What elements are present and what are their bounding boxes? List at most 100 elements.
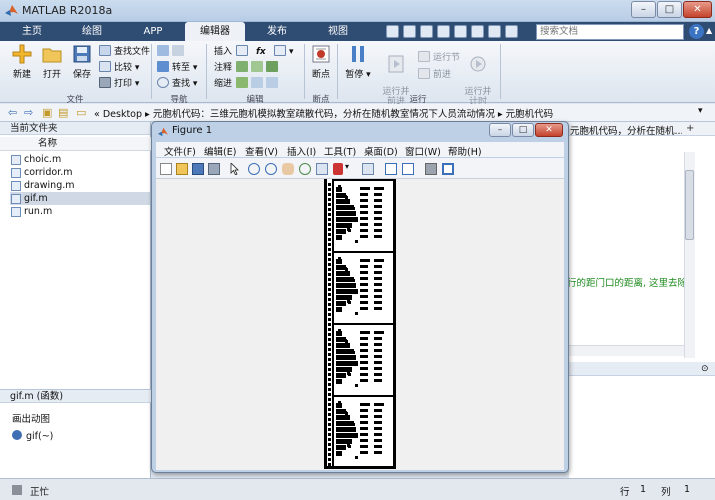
editor-tab[interactable]: 元胞机代码，分析在随机... xyxy=(570,123,682,137)
editor-horizontal-scrollbar[interactable] xyxy=(569,345,684,356)
comment-toggle-buttons[interactable] xyxy=(236,61,281,75)
file-item-drawing[interactable]: drawing.m xyxy=(10,179,150,192)
back-forward-buttons[interactable] xyxy=(157,45,187,59)
data-cursor-icon[interactable] xyxy=(316,163,328,175)
printer-icon xyxy=(99,77,111,88)
new-button[interactable]: 新建 xyxy=(8,44,36,80)
name-column-header[interactable]: 名称 xyxy=(0,137,151,151)
show-plot-tools-icon[interactable] xyxy=(442,163,454,175)
maximize-button[interactable]: □ xyxy=(657,1,682,18)
tab-plots[interactable]: 绘图 xyxy=(66,22,118,41)
menu-edit[interactable]: 编辑(E) xyxy=(204,144,236,158)
pause-button[interactable]: 暂停 ▾ xyxy=(344,44,372,80)
menu-desktop[interactable]: 桌面(D) xyxy=(364,144,398,158)
find-files-button[interactable]: 查找文件 xyxy=(99,45,150,59)
line-label: 行 xyxy=(620,487,630,498)
panel-options-icon[interactable]: ⊙ xyxy=(701,364,709,374)
insert-section-button[interactable] xyxy=(236,45,251,59)
back-arrow-icon[interactable]: ⇦ xyxy=(8,106,17,119)
print-figure-icon[interactable] xyxy=(208,163,220,175)
help-icon[interactable] xyxy=(505,25,518,38)
parent-folder-icon[interactable]: ▣ xyxy=(42,106,52,119)
insert-colorbar-icon[interactable] xyxy=(385,163,397,175)
paste-icon[interactable] xyxy=(437,25,450,38)
hide-plot-tools-icon[interactable] xyxy=(425,163,437,175)
copy-icon[interactable] xyxy=(420,25,433,38)
menu-file[interactable]: 文件(F) xyxy=(164,144,196,158)
file-item-run[interactable]: run.m xyxy=(10,205,150,218)
quick-access-toolbar xyxy=(382,23,532,40)
link-plot-icon[interactable] xyxy=(362,163,374,175)
file-item-corridor[interactable]: corridor.m xyxy=(10,166,150,179)
new-figure-icon[interactable] xyxy=(160,163,172,175)
block-icon xyxy=(274,45,286,56)
tab-home[interactable]: 主页 xyxy=(8,22,56,41)
new-tab-button[interactable]: + xyxy=(686,123,694,134)
save-icon[interactable] xyxy=(386,25,399,38)
menu-insert[interactable]: 插入(I) xyxy=(287,144,316,158)
edit-plot-icon[interactable] xyxy=(230,162,239,176)
figure-close-button[interactable]: ✕ xyxy=(535,123,563,137)
comment-button[interactable]: 注释 xyxy=(214,61,232,75)
pan-hand-icon[interactable] xyxy=(282,163,294,175)
file-item-gif[interactable]: gif.m xyxy=(10,192,150,205)
figure-maximize-button[interactable]: □ xyxy=(512,123,534,137)
scrollbar-thumb[interactable] xyxy=(685,170,694,240)
insert-button[interactable]: 插入 xyxy=(214,45,232,59)
divider xyxy=(151,44,152,99)
code-comment-line[interactable]: 行的距门口的距离, 这里去除 xyxy=(567,275,685,289)
redo-icon[interactable] xyxy=(471,25,484,38)
edit-group-label: 编辑 xyxy=(246,95,264,105)
figure-minimize-button[interactable]: – xyxy=(489,123,511,137)
brush-dropdown-icon[interactable]: ▾ xyxy=(345,162,357,174)
browse-folder-icon[interactable]: ▤ xyxy=(58,106,68,119)
tab-apps[interactable]: APP xyxy=(125,22,181,41)
details-function-signature[interactable]: gif(~) xyxy=(12,430,53,442)
undo-icon[interactable] xyxy=(454,25,467,38)
tab-editor[interactable]: 编辑器 xyxy=(185,22,245,41)
insert-legend-icon[interactable] xyxy=(402,163,414,175)
zoom-out-icon[interactable] xyxy=(265,163,277,175)
figure-window[interactable]: Figure 1 – □ ✕ 文件(F) 编辑(E) 查看(V) 插入(I) 工… xyxy=(151,121,569,473)
menu-window[interactable]: 窗口(W) xyxy=(405,144,441,158)
rotate-3d-icon[interactable] xyxy=(299,163,311,175)
indent-buttons[interactable] xyxy=(236,77,281,91)
open-button[interactable]: 打开 xyxy=(38,44,66,80)
compare-button[interactable]: 比较 ▾ xyxy=(99,61,139,75)
switch-window-icon[interactable] xyxy=(488,25,501,38)
search-input[interactable]: 搜索文档 xyxy=(536,24,684,40)
cut-icon[interactable] xyxy=(403,25,416,38)
insert-function-button[interactable]: fx xyxy=(256,45,266,59)
name-column-label: 名称 xyxy=(38,138,58,149)
advance-button[interactable]: 前进 xyxy=(418,68,451,82)
cellular-automaton-plot[interactable] xyxy=(324,179,396,469)
indent-button[interactable]: 缩进 xyxy=(214,77,232,91)
forward-arrow-icon[interactable]: ⇨ xyxy=(24,106,33,119)
brush-icon[interactable] xyxy=(333,163,343,175)
find-button[interactable]: 查找 ▾ xyxy=(157,77,197,91)
current-path[interactable]: « Desktop ▸ 元胞机代码：三维元胞机模拟教室疏散代码，分析在随机教室情… xyxy=(94,106,553,120)
minimize-button[interactable]: – xyxy=(631,1,656,18)
run-group-label: 运行 xyxy=(409,95,427,105)
help-button[interactable]: ? xyxy=(689,24,704,39)
pause-icon xyxy=(352,46,364,62)
zoom-in-icon[interactable] xyxy=(248,163,260,175)
path-dropdown-icon[interactable]: ▾ xyxy=(698,106,703,116)
goto-button[interactable]: 转至 ▾ xyxy=(157,61,197,75)
open-file-icon[interactable] xyxy=(176,163,188,175)
save-figure-icon[interactable] xyxy=(192,163,204,175)
file-item-choic[interactable]: choic.m xyxy=(10,153,150,166)
print-button[interactable]: 打印 ▾ xyxy=(99,77,139,91)
close-button[interactable]: ✕ xyxy=(683,1,712,18)
collapse-ribbon-icon[interactable]: ▲ xyxy=(706,26,712,35)
insert-block-button[interactable]: ▾ xyxy=(274,45,294,59)
save-button[interactable]: 保存 xyxy=(68,44,96,80)
menu-help[interactable]: 帮助(H) xyxy=(448,144,482,158)
run-section-button[interactable]: 运行节 xyxy=(418,51,460,65)
tab-publish[interactable]: 发布 xyxy=(251,22,303,41)
menu-view[interactable]: 查看(V) xyxy=(245,144,278,158)
breakpoint-button[interactable]: 断点 xyxy=(308,44,334,80)
menu-tools[interactable]: 工具(T) xyxy=(324,144,356,158)
details-header[interactable]: gif.m (函数) xyxy=(0,389,151,403)
tab-view[interactable]: 视图 xyxy=(312,22,364,41)
